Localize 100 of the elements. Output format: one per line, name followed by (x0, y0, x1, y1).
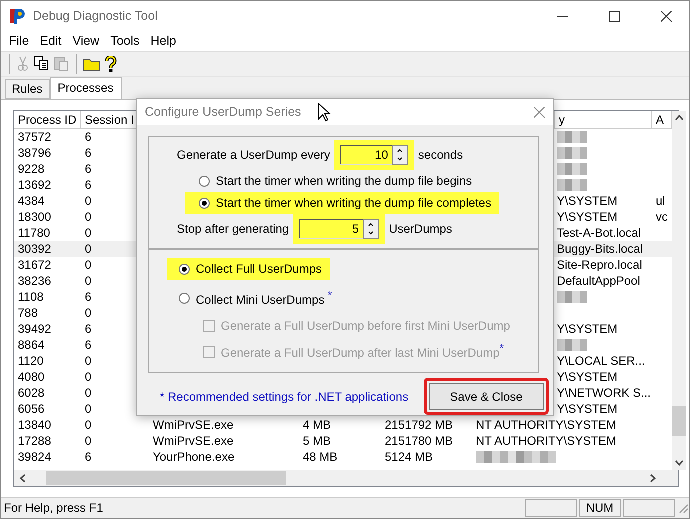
table-cell-text: 30392 (17, 241, 52, 257)
table-cell-text: 0 (84, 369, 93, 385)
table-cell-text: 13692 (17, 177, 52, 193)
table-cell-text: 38796 (17, 145, 52, 161)
radio-button[interactable] (179, 264, 190, 274)
window-title: Debug Diagnostic Tool (33, 9, 159, 23)
radio-button[interactable] (199, 198, 210, 208)
table-cell-text: 9228 (17, 161, 46, 177)
table-cell-text: 6028 (17, 385, 46, 401)
status-pane: NUM (579, 499, 621, 517)
app-logo-icon (9, 7, 27, 25)
status-pane (623, 499, 675, 517)
table-cell-text: vc (655, 209, 669, 225)
table-cell-text: Y\SYSTEM (556, 209, 619, 225)
table-cell-text: ul (655, 193, 666, 209)
checkbox-label: Generate a Full UserDump before first Mini UserDump (221, 319, 510, 333)
table-cell-text: 31672 (17, 257, 52, 273)
status-pane (525, 499, 577, 517)
table-cell-text: 6 (84, 161, 93, 177)
table-cell-text: 18300 (17, 209, 52, 225)
table-cell-text: Y\SYSTEM (556, 193, 619, 209)
table-cell-text: 37572 (17, 129, 52, 145)
table-cell-text: 0 (84, 433, 93, 449)
table-cell-text: 6 (84, 129, 93, 145)
folder-icon[interactable] (83, 56, 101, 72)
table-cell-text: 4384 (17, 193, 46, 209)
table-cell-text: 38236 (17, 273, 52, 289)
maximize-icon[interactable] (608, 10, 620, 22)
table-cell-text: Y\SYSTEM (556, 401, 619, 417)
menu-item[interactable]: Tools (106, 34, 147, 48)
table-cell-text: 788 (17, 305, 40, 321)
table-cell-text: 2151792 MB (384, 417, 454, 433)
table-cell-text: 6 (84, 145, 93, 161)
radio-button[interactable] (179, 293, 190, 304)
table-cell-text: 2151780 MB (384, 433, 454, 449)
table-cell-text: 39824 (17, 449, 52, 465)
table-cell-text: 0 (84, 257, 93, 273)
table-cell-text: 1120 (17, 353, 45, 369)
unit-label: seconds (418, 148, 464, 162)
table-cell-text: 0 (84, 273, 93, 289)
tab[interactable]: Processes (50, 77, 122, 99)
table-cell-text: 6 (84, 337, 93, 353)
table-cell-text: Y\LOCAL SER... (556, 353, 646, 369)
table-cell-text: 6 (84, 321, 93, 337)
spin-field[interactable]: 10 (340, 145, 408, 165)
spin-field[interactable]: 5 (299, 219, 380, 239)
table-cell-text: 39492 (17, 321, 52, 337)
table-cell-text: 0 (84, 401, 93, 417)
table-cell-text: DefaultAppPool (556, 273, 642, 289)
table-cell-text: 0 (84, 353, 93, 369)
close-icon[interactable] (660, 10, 672, 22)
table-cell-text: 0 (84, 193, 93, 209)
scrollbar-thumb[interactable] (46, 471, 286, 485)
radio-label: Start the timer when writing the dump file begins (216, 174, 472, 188)
menu-item[interactable]: Edit (36, 34, 69, 48)
table-cell-text: NT AUTHORITY\SYSTEM (475, 433, 618, 449)
menu-item[interactable]: View (68, 34, 107, 48)
table-cell-text: Y\SYSTEM (556, 321, 619, 337)
status-text: For Help, press F1 (4, 501, 104, 515)
table-cell-text: 13840 (17, 417, 52, 433)
table-cell-text: 0 (84, 241, 93, 257)
table-cell-text: 6 (84, 449, 93, 465)
field-label: Stop after generating (177, 222, 290, 236)
table-cell-text: Y\NETWORK S... (556, 385, 652, 401)
unit-label: UserDumps (389, 222, 452, 236)
table-cell-text: 6 (84, 177, 93, 193)
table-cell-text: NT AUTHORITY\SYSTEM (475, 417, 618, 433)
table-cell-text: 11780 (17, 225, 52, 241)
table-cell-text: YourPhone.exe (152, 449, 236, 465)
note-text: * Recommended settings for .NET applications (160, 390, 409, 404)
table-cell-text: Site-Repro.local (556, 257, 644, 273)
table-cell-text: 0 (84, 305, 93, 321)
resize-grip-icon[interactable] (677, 502, 689, 514)
table-cell-text: 4080 (17, 369, 46, 385)
table-cell-text: 5124 MB (384, 449, 434, 465)
field-label: Generate a UserDump every (177, 148, 330, 162)
radio-button[interactable] (199, 176, 210, 186)
table-cell-text: 17288 (17, 433, 52, 449)
table-cell-text: 4 MB (302, 417, 332, 433)
copy-icon[interactable] (34, 56, 50, 72)
table-cell-text: 0 (84, 417, 93, 433)
save-button[interactable]: Save & Close (429, 383, 544, 410)
table-cell-text: WmiPrvSE.exe (152, 433, 235, 449)
table-cell-text: 6056 (17, 401, 46, 417)
menu-item[interactable]: File (5, 34, 36, 48)
table-cell-text: Buggy-Bits.local (556, 241, 644, 257)
table-cell-text: Y\SYSTEM (556, 369, 619, 385)
table-cell-text: 1108 (17, 289, 45, 305)
menu-item[interactable]: Help (146, 34, 184, 48)
table-cell-text: 5 MB (302, 433, 332, 449)
table-cell-text: 8864 (17, 337, 46, 353)
table-cell-text: 0 (84, 209, 93, 225)
table-cell-text: Test-A-Bot.local (556, 225, 642, 241)
scrollbar-thumb[interactable] (672, 406, 686, 436)
tab[interactable]: Rules (5, 79, 50, 99)
table-cell-text: 6 (84, 289, 93, 305)
table-cell-text: 48 MB (302, 449, 339, 465)
table-cell-text: 0 (84, 385, 93, 401)
radio-label: Start the timer when writing the dump file completes (216, 196, 492, 210)
help-icon[interactable] (105, 56, 117, 72)
